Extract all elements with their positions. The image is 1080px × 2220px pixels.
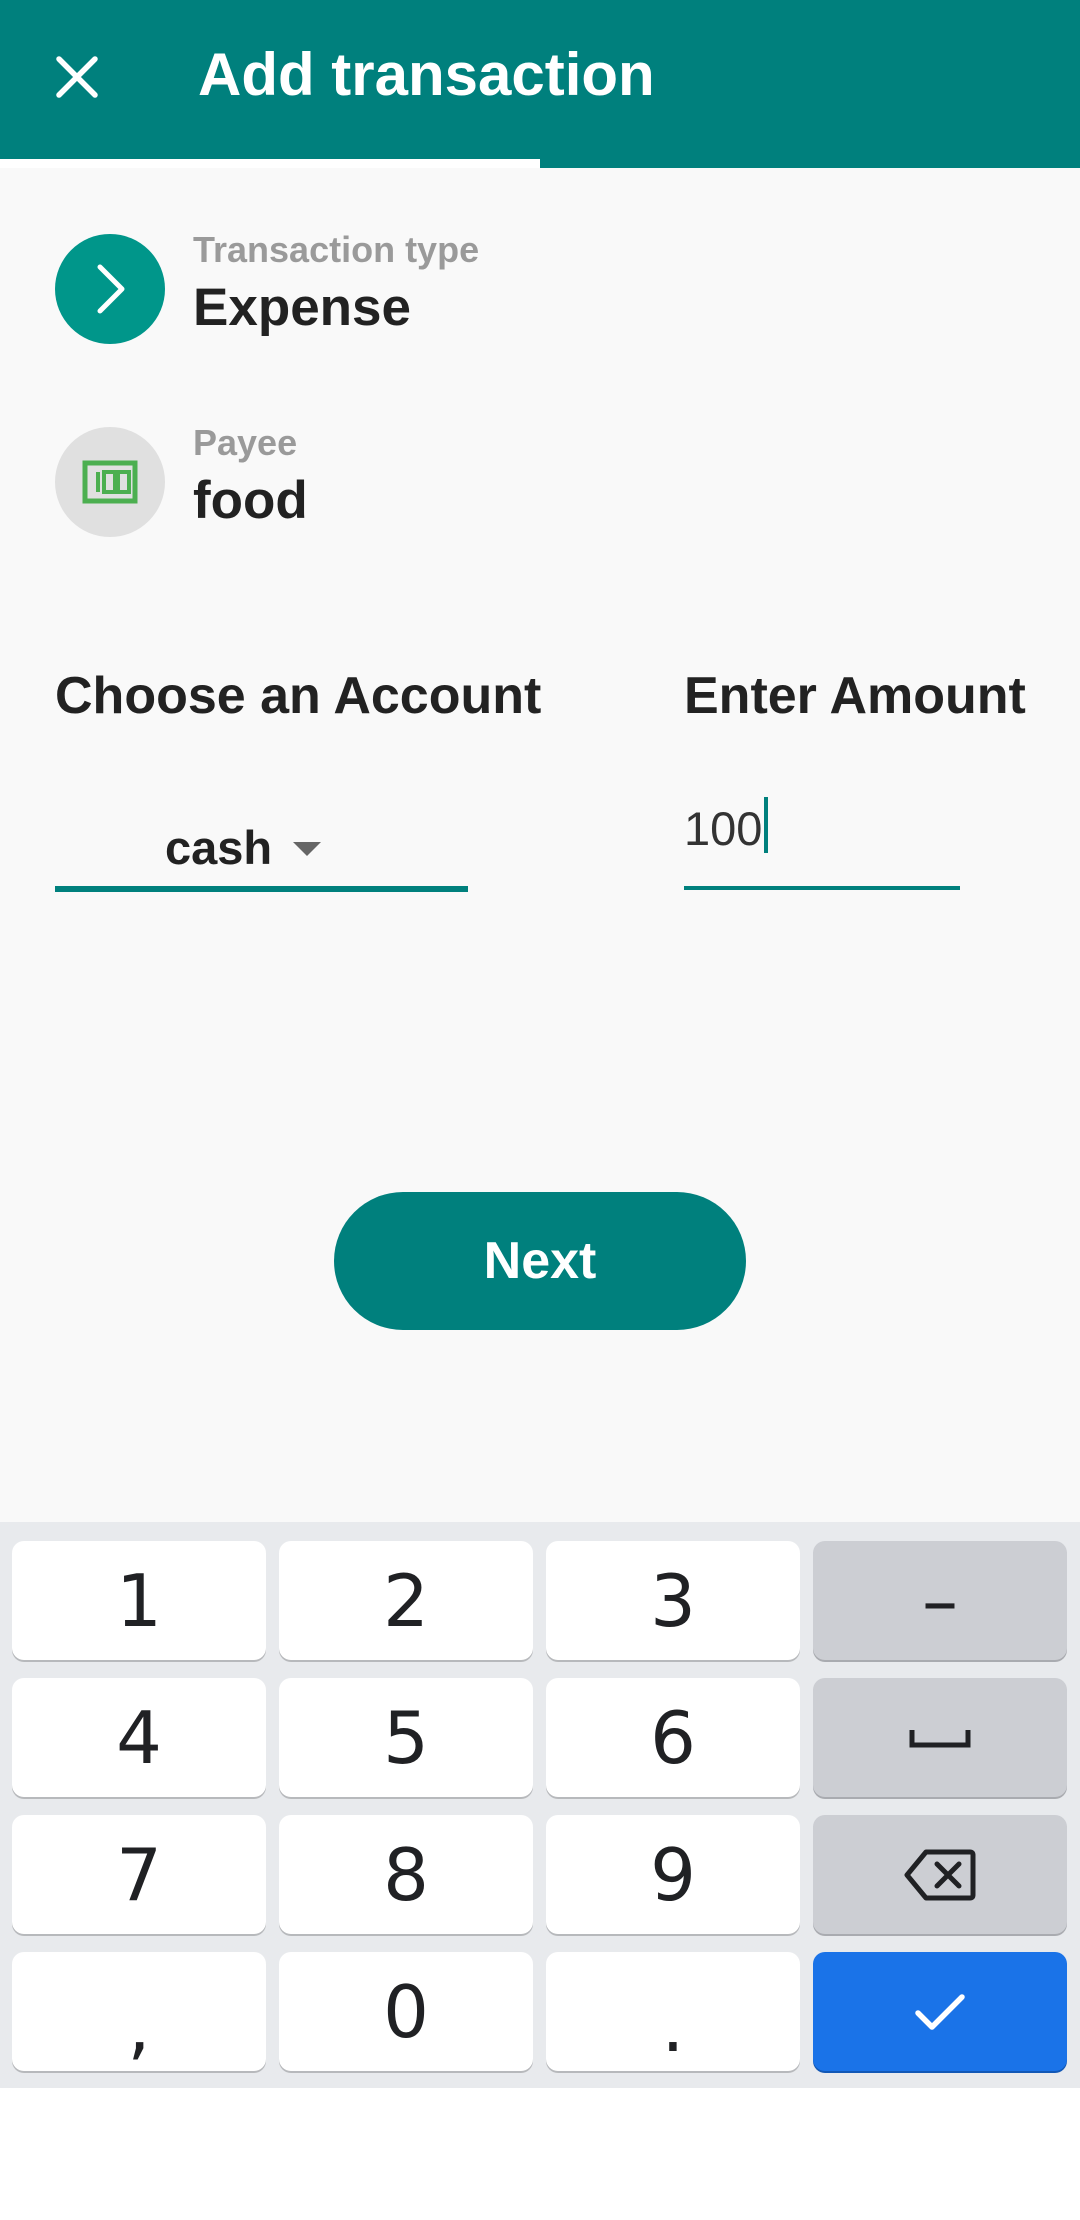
key-6[interactable]: 6 bbox=[546, 1678, 800, 1797]
key-4-label: 4 bbox=[116, 1695, 162, 1780]
key-0-label: 0 bbox=[383, 1969, 429, 2054]
amount-input[interactable]: 100 bbox=[684, 780, 960, 890]
key-2[interactable]: 2 bbox=[279, 1541, 533, 1660]
transaction-type-icon-circle bbox=[55, 234, 165, 344]
dropdown-arrow-icon bbox=[293, 842, 321, 856]
key-1-label: 1 bbox=[116, 1558, 162, 1643]
enter-amount-label: Enter Amount bbox=[684, 667, 1026, 725]
key-backspace[interactable] bbox=[813, 1815, 1067, 1934]
amount-input-underline bbox=[684, 886, 960, 890]
key-period-label: . bbox=[661, 1983, 685, 2068]
top-app-bar: Add transaction bbox=[0, 0, 1080, 168]
key-2-label: 2 bbox=[383, 1558, 429, 1643]
space-icon bbox=[909, 1729, 971, 1747]
key-space[interactable] bbox=[813, 1678, 1067, 1797]
numeric-keyboard: 1 2 3 – 4 5 6 7 8 9 , 0 . bbox=[0, 1522, 1080, 2088]
key-9-label: 9 bbox=[650, 1832, 696, 1917]
account-selected-value: cash bbox=[165, 821, 273, 874]
bottom-blank-area bbox=[0, 2088, 1080, 2220]
account-dropdown-underline bbox=[55, 886, 468, 892]
key-1[interactable]: 1 bbox=[12, 1541, 266, 1660]
payee-row[interactable]: Payee food bbox=[0, 409, 1080, 559]
key-9[interactable]: 9 bbox=[546, 1815, 800, 1934]
key-comma[interactable]: , bbox=[12, 1952, 266, 2071]
key-3-label: 3 bbox=[650, 1558, 696, 1643]
close-icon bbox=[56, 56, 98, 98]
amount-input-text: 100 bbox=[684, 794, 769, 864]
step-progress-fill bbox=[0, 159, 540, 168]
key-5-label: 5 bbox=[383, 1695, 429, 1780]
step-progress-bar bbox=[0, 159, 1080, 168]
key-period[interactable]: . bbox=[546, 1952, 800, 2071]
cash-icon bbox=[82, 460, 138, 504]
page-title: Add transaction bbox=[198, 41, 655, 108]
account-dropdown[interactable]: cash bbox=[55, 800, 468, 892]
key-6-label: 6 bbox=[650, 1695, 696, 1780]
key-3[interactable]: 3 bbox=[546, 1541, 800, 1660]
checkmark-icon bbox=[915, 1993, 965, 2030]
key-minus-label: – bbox=[922, 1558, 958, 1643]
transaction-type-value: Expense bbox=[193, 278, 412, 337]
key-minus[interactable]: – bbox=[813, 1541, 1067, 1660]
key-8-label: 8 bbox=[383, 1832, 429, 1917]
key-7[interactable]: 7 bbox=[12, 1815, 266, 1934]
next-button[interactable]: Next bbox=[334, 1192, 746, 1330]
close-button[interactable] bbox=[27, 27, 127, 127]
payee-label: Payee bbox=[193, 422, 298, 463]
key-7-label: 7 bbox=[116, 1832, 162, 1917]
payee-icon-circle bbox=[55, 427, 165, 537]
key-5[interactable]: 5 bbox=[279, 1678, 533, 1797]
chevron-right-icon bbox=[97, 264, 125, 314]
key-8[interactable]: 8 bbox=[279, 1815, 533, 1934]
key-0[interactable]: 0 bbox=[279, 1952, 533, 2071]
backspace-icon bbox=[904, 1849, 976, 1900]
choose-account-label: Choose an Account bbox=[55, 667, 542, 725]
text-cursor bbox=[764, 797, 769, 853]
transaction-type-row[interactable]: Transaction type Expense bbox=[0, 216, 1080, 366]
key-4[interactable]: 4 bbox=[12, 1678, 266, 1797]
key-comma-label: , bbox=[127, 1983, 151, 2068]
key-done[interactable] bbox=[813, 1952, 1067, 2071]
amount-value: 100 bbox=[684, 802, 763, 855]
payee-value: food bbox=[193, 471, 308, 530]
transaction-type-label: Transaction type bbox=[193, 229, 480, 270]
